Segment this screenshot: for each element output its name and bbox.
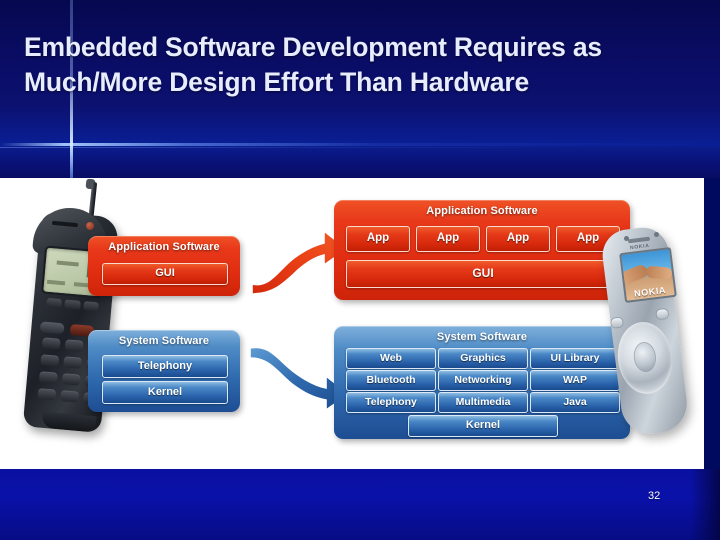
- right-system-software-title: System Software: [436, 331, 528, 343]
- right-application-software-title: Application Software: [426, 205, 538, 217]
- right-system-software-block: System Software Web Graphics UI Library …: [334, 326, 630, 439]
- left-application-software-title: Application Software: [108, 241, 220, 253]
- slide-background-bottom-shade: [690, 469, 720, 540]
- left-kernel-chip: Kernel: [102, 381, 228, 404]
- indicator-led-icon: [86, 222, 94, 230]
- right-sys-chip-bluetooth: Bluetooth: [346, 370, 436, 391]
- right-sys-chip-networking: Networking: [438, 370, 528, 391]
- slide-background-band: [0, 146, 720, 178]
- right-gui-chip: GUI: [346, 260, 620, 288]
- smart-phone-screen-brand: NOKIA: [633, 284, 667, 299]
- right-app-chip-3: App: [486, 226, 550, 252]
- right-sys-chip-web: Web: [346, 348, 436, 369]
- slide-root: Embedded Software Development Requires a…: [0, 0, 720, 540]
- old-phone-softkeys: [45, 297, 99, 324]
- left-system-software-block: System Software Telephony Kernel: [88, 330, 240, 412]
- right-app-chip-1: App: [346, 226, 410, 252]
- right-application-software-block: Application Software App App App App GUI: [334, 200, 630, 300]
- right-app-chip-2: App: [416, 226, 480, 252]
- slide-background-bottom: [0, 469, 720, 540]
- smart-phone-keypad: [610, 308, 679, 405]
- smart-phone-softkey-right: [656, 308, 669, 320]
- left-application-software-block: Application Software GUI: [88, 236, 240, 296]
- smart-phone-screen: NOKIA: [619, 247, 677, 303]
- left-gui-chip: GUI: [102, 263, 228, 285]
- right-sys-chip-kernel: Kernel: [408, 415, 558, 437]
- smart-phone-softkey-left: [610, 317, 623, 328]
- page-number: 32: [648, 490, 661, 502]
- title-divider-glow: [0, 143, 720, 146]
- page-title: Embedded Software Development Requires a…: [24, 32, 602, 97]
- title-divider-line: [0, 147, 720, 148]
- right-sys-chip-graphics: Graphics: [438, 348, 528, 369]
- nokia-smart-phone-image: NOKIA NOKIA: [599, 222, 691, 440]
- right-sys-chip-multimedia: Multimedia: [438, 392, 528, 413]
- right-sys-chip-telephony: Telephony: [346, 392, 436, 413]
- left-telephony-chip: Telephony: [102, 355, 228, 378]
- diagram-panel: Application Software GUI System Software…: [0, 178, 704, 469]
- old-phone-base: [41, 411, 97, 433]
- left-system-software-title: System Software: [118, 335, 210, 347]
